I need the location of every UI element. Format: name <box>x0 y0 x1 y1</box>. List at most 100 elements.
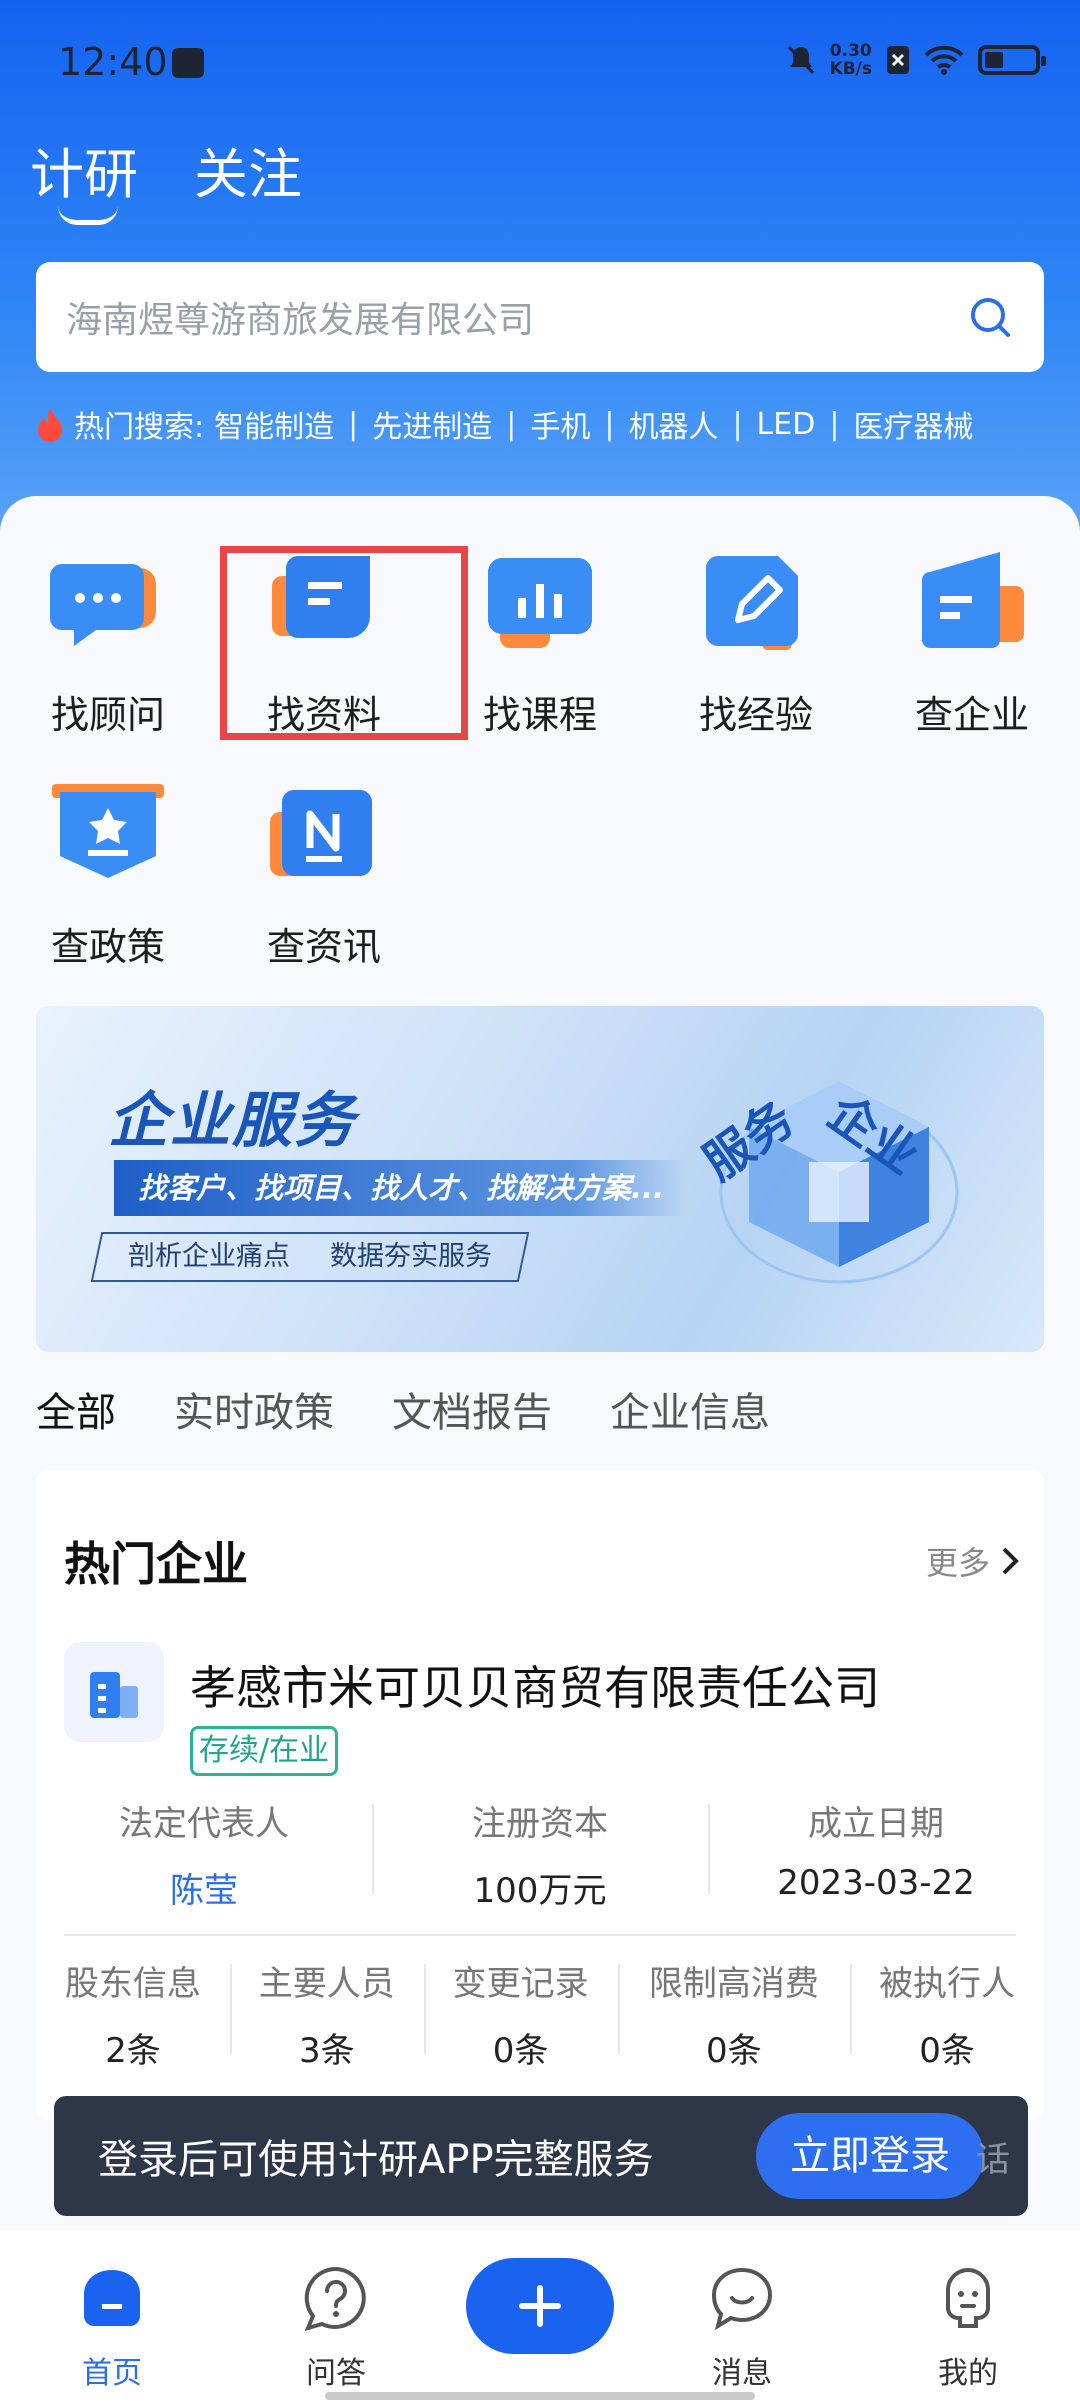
banner-tags: 剖析企业痛点 数据夯实服务 <box>90 1232 530 1282</box>
tab-follow[interactable]: 关注 <box>194 130 302 209</box>
grid-item-search-policy[interactable]: 查政策 <box>18 778 198 971</box>
info-label: 成立日期 <box>808 1804 944 1844</box>
grid-label: 查资讯 <box>266 925 381 969</box>
info-legal-rep: 法定代表人 陈莹 <box>36 1796 372 1912</box>
more-link[interactable]: 更多 <box>926 1538 1020 1584</box>
hot-search-item[interactable]: LED <box>757 407 816 442</box>
pencil-icon <box>696 546 816 666</box>
divider <box>64 1934 1016 1936</box>
stat-value: 0条 <box>706 2031 762 2071</box>
grid-item-find-consultant[interactable]: 找顾问 <box>18 546 198 739</box>
tab-document-report[interactable]: 文档报告 <box>392 1380 552 1438</box>
login-prompt-bar: 登录后可使用计研APP完整服务 立即登录 话 <box>54 2096 1028 2216</box>
stat-key-personnel[interactable]: 主要人员 3条 <box>229 1956 424 2072</box>
nav-label: 问答 <box>306 2356 366 2391</box>
plus-icon <box>519 2285 561 2327</box>
hot-search-item[interactable]: 机器人 <box>628 402 718 446</box>
grid-item-search-news[interactable]: 查资讯 <box>234 778 414 971</box>
grid-item-search-company[interactable]: 查企业 <box>882 546 1062 739</box>
speed-value: 0.30 <box>829 41 872 61</box>
login-prompt-text: 登录后可使用计研APP完整服务 <box>98 2137 654 2183</box>
company-stats: 股东信息 2条 主要人员 3条 变更记录 0条 限制高消费 0条 被执行人 0条 <box>36 1956 1044 2072</box>
highlight-box <box>220 546 468 740</box>
nav-home[interactable]: 首页 <box>42 2264 182 2392</box>
banner-tag: 剖析企业痛点 <box>128 1241 290 1272</box>
grid-label: 找顾问 <box>50 693 165 737</box>
building-doc-icon <box>912 546 1032 666</box>
chevron-right-icon <box>1002 1547 1019 1575</box>
stat-label: 被执行人 <box>879 1964 1016 2004</box>
banner-tag: 数据夯实服务 <box>330 1241 492 1272</box>
stat-value: 3条 <box>298 2031 355 2071</box>
notification-icon <box>172 48 204 78</box>
banner-subtitle: 找客户、找项目、找人才、找解决方案... <box>114 1160 689 1216</box>
nav-label: 我的 <box>938 2356 998 2391</box>
hot-search-item[interactable]: 医疗器械 <box>853 402 973 446</box>
wifi-icon <box>924 45 964 75</box>
home-indicator <box>325 2392 755 2400</box>
info-value: 2023-03-22 <box>777 1863 975 1903</box>
hot-company-card: 热门企业 更多 孝感市米可贝贝商贸有限责任公司 存续/在业 法定代表人 陈莹 注… <box>36 1470 1044 2120</box>
stat-value: 0条 <box>919 2031 975 2071</box>
bottom-navigation: 首页 问答 消息 我的 <box>0 2230 1080 2408</box>
hot-search-item[interactable]: 先进制造 <box>372 402 492 446</box>
speed-unit: KB/s <box>829 59 872 79</box>
search-bar[interactable]: 海南煜尊游商旅发展有限公司 <box>36 262 1044 372</box>
profile-icon <box>946 2267 990 2328</box>
enterprise-service-banner[interactable]: 企业服务 找客户、找项目、找人才、找解决方案... 剖析企业痛点 数据夯实服务 企… <box>36 1006 1044 1352</box>
grid-item-find-experience[interactable]: 找经验 <box>666 546 846 739</box>
nav-qa[interactable]: 问答 <box>266 2264 406 2392</box>
search-icon[interactable] <box>966 293 1014 341</box>
stat-executed-persons[interactable]: 被执行人 0条 <box>850 1956 1044 2072</box>
grid-item-find-courses[interactable]: 找课程 <box>450 546 630 739</box>
info-value: 100万元 <box>473 1871 607 1911</box>
add-button[interactable] <box>466 2258 614 2354</box>
search-input[interactable]: 海南煜尊游商旅发展有限公司 <box>66 291 966 343</box>
stat-label: 主要人员 <box>258 1964 395 2004</box>
mute-icon <box>787 45 814 75</box>
status-bar: 12:40 0.30 KB/s <box>0 30 1080 100</box>
home-icon <box>84 2270 140 2326</box>
grid-label: 找课程 <box>482 693 597 737</box>
section-title: 热门企业 <box>64 1537 248 1591</box>
stat-change-records[interactable]: 变更记录 0条 <box>423 1956 618 2072</box>
stat-label: 限制高消费 <box>648 1964 819 2004</box>
tab-realtime-policy[interactable]: 实时政策 <box>174 1380 334 1438</box>
info-capital: 注册资本 100万元 <box>372 1796 708 1912</box>
status-icons: 0.30 KB/s <box>786 42 1046 78</box>
stat-consumption-limit[interactable]: 限制高消费 0条 <box>617 1956 851 2072</box>
network-speed: 0.30 KB/s <box>830 42 872 78</box>
company-name[interactable]: 孝感市米可贝贝商贸有限责任公司 <box>190 1652 880 1718</box>
nav-label: 首页 <box>82 2356 142 2391</box>
hot-search-item[interactable]: 手机 <box>530 402 590 446</box>
banner-title: 企业服务 <box>108 1086 356 1156</box>
info-founded: 成立日期 2023-03-22 <box>708 1796 1044 1912</box>
hot-search-label: 热门搜索: <box>74 410 205 445</box>
chat-bubble-icon <box>48 546 168 666</box>
stat-value: 2条 <box>105 2031 161 2071</box>
login-button[interactable]: 立即登录 <box>756 2113 984 2199</box>
tab-jiyan[interactable]: 计研 <box>30 130 138 225</box>
nav-profile[interactable]: 我的 <box>898 2264 1038 2392</box>
nav-messages[interactable]: 消息 <box>672 2264 812 2392</box>
hot-search-item[interactable]: 智能制造 <box>214 402 334 446</box>
status-badge: 存续/在业 <box>190 1726 339 1776</box>
status-time: 12:40 <box>58 40 168 84</box>
login-trailing-text: 话 <box>976 2140 1010 2180</box>
tab-all[interactable]: 全部 <box>36 1380 136 1438</box>
message-icon <box>711 2267 773 2331</box>
more-label: 更多 <box>925 1544 990 1582</box>
sim-icon <box>887 46 909 74</box>
grid-label: 查企业 <box>914 693 1029 737</box>
grid-label: 查政策 <box>50 925 165 969</box>
stat-shareholders[interactable]: 股东信息 2条 <box>36 1956 230 2072</box>
fire-icon <box>38 408 62 442</box>
stat-label: 变更记录 <box>452 1964 589 2004</box>
legal-rep-link[interactable]: 陈莹 <box>36 1863 372 1912</box>
battery-icon <box>978 45 1046 75</box>
grid-label: 找经验 <box>698 693 813 737</box>
news-icon <box>264 778 384 898</box>
bar-chart-icon <box>480 546 600 666</box>
tab-company-info[interactable]: 企业信息 <box>610 1380 770 1438</box>
stat-label: 股东信息 <box>64 1964 201 2004</box>
